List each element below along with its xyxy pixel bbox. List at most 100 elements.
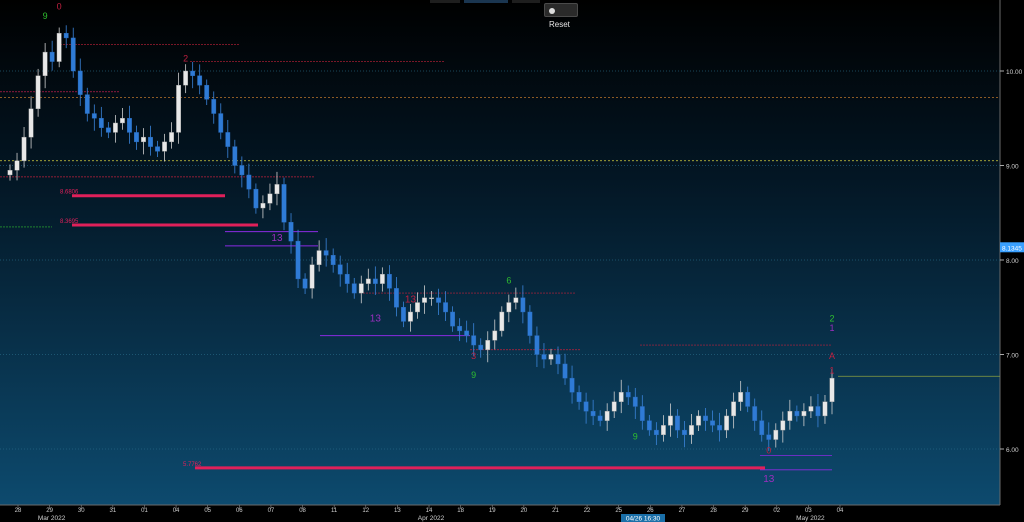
x-tick-label: 11 — [331, 508, 338, 514]
candle-up — [408, 311, 413, 322]
setup-count: A — [829, 351, 835, 361]
x-tick-label: 12 — [362, 508, 369, 514]
candle-up — [316, 250, 322, 265]
candle-up — [808, 406, 814, 412]
candle-down — [239, 165, 245, 176]
candle-down — [323, 250, 329, 256]
candle-up — [7, 170, 13, 176]
x-tick-label: 21 — [552, 508, 559, 514]
candle-down — [646, 420, 652, 431]
candle-down — [597, 415, 603, 421]
setup-count: 0 — [57, 2, 62, 12]
x-tick-label: 28 — [15, 508, 22, 514]
plot-background — [0, 0, 1000, 505]
setup-count: 0 — [766, 446, 771, 456]
candle-down — [155, 146, 160, 152]
candle-down — [815, 406, 821, 417]
setup-count: 9 — [633, 432, 638, 442]
candle-down — [527, 311, 533, 336]
candle-down — [232, 146, 238, 166]
reset-button[interactable]: Reset — [544, 3, 578, 29]
candle-up — [548, 354, 554, 360]
x-tick-label: 29 — [46, 508, 53, 514]
candle-down — [204, 84, 210, 100]
candle-up — [829, 377, 835, 402]
candle-down — [84, 94, 90, 114]
candle-down — [70, 37, 76, 72]
candle-down — [91, 113, 97, 119]
candle-down — [302, 278, 308, 289]
setup-count: 13 — [405, 295, 417, 306]
candle-down — [471, 335, 477, 346]
candle-up — [183, 70, 189, 86]
candle-down — [344, 273, 350, 284]
x-axis-panel — [0, 505, 1000, 522]
setup-count: 13 — [370, 313, 382, 324]
setup-count: 13 — [271, 233, 283, 244]
candle-up — [506, 302, 512, 313]
setup-count: 3 — [471, 351, 476, 361]
top-tabs — [430, 0, 540, 4]
candle-down — [337, 264, 343, 275]
candle-up — [780, 420, 786, 431]
candle-down — [211, 99, 217, 114]
candle-down — [394, 288, 399, 308]
candle-down — [717, 425, 722, 431]
x-tick-label: 28 — [710, 508, 717, 514]
setup-count: 1 — [829, 323, 834, 333]
candle-down — [583, 401, 589, 412]
candle-up — [485, 340, 491, 350]
candle-down — [569, 377, 575, 393]
candle-up — [660, 425, 666, 436]
x-tick-label: 13 — [394, 508, 401, 514]
candle-down — [436, 297, 441, 303]
month-label: Mar 2022 — [38, 515, 66, 522]
candle-up — [56, 33, 62, 62]
price-chart[interactable]: 8.68068.36955.7762 902131313693913021A1 … — [0, 0, 1024, 522]
x-tick-label: 18 — [457, 508, 464, 514]
candle-down — [682, 429, 687, 436]
candle-up — [696, 415, 701, 426]
x-tick-label: 06 — [236, 508, 243, 514]
support-level-label: 8.3695 — [60, 219, 79, 225]
x-tick-label: 26 — [647, 508, 654, 514]
setup-count: 1 — [829, 365, 834, 375]
candle-down — [632, 396, 638, 407]
candle-up — [379, 273, 385, 284]
candle-up — [365, 278, 371, 284]
setup-count: 6 — [506, 276, 511, 286]
candle-up — [267, 193, 273, 204]
candle-down — [218, 113, 224, 133]
candle-down — [710, 420, 715, 426]
month-label: May 2022 — [796, 515, 825, 522]
x-tick-label: 31 — [110, 508, 117, 514]
x-tick-label: 05 — [204, 508, 211, 514]
candle-up — [513, 297, 519, 303]
candle-down — [675, 415, 680, 431]
candle-up — [176, 84, 182, 133]
candle-up — [611, 401, 617, 412]
current-price-label: 8.1345 — [1002, 245, 1022, 252]
candle-down — [576, 392, 582, 402]
x-tick-label: 29 — [742, 508, 749, 514]
candle-up — [604, 411, 610, 421]
candle-up — [28, 108, 34, 138]
candle-up — [169, 132, 174, 143]
y-tick-label: 8.00 — [1006, 258, 1019, 265]
candle-down — [330, 255, 336, 265]
candle-down — [372, 278, 378, 284]
candle-down — [190, 70, 196, 76]
candle-down — [590, 411, 596, 417]
setup-count: 9 — [43, 11, 48, 21]
candle-up — [422, 297, 427, 303]
candle-up — [120, 118, 125, 124]
candle-down — [401, 307, 406, 322]
candle-down — [148, 136, 153, 147]
candle-up — [801, 411, 807, 417]
candle-down — [520, 297, 526, 313]
candle-up — [787, 411, 793, 421]
candle-down — [98, 118, 104, 128]
candle-down — [478, 344, 484, 350]
candle-up — [618, 392, 624, 402]
x-tick-label: 25 — [615, 508, 622, 514]
